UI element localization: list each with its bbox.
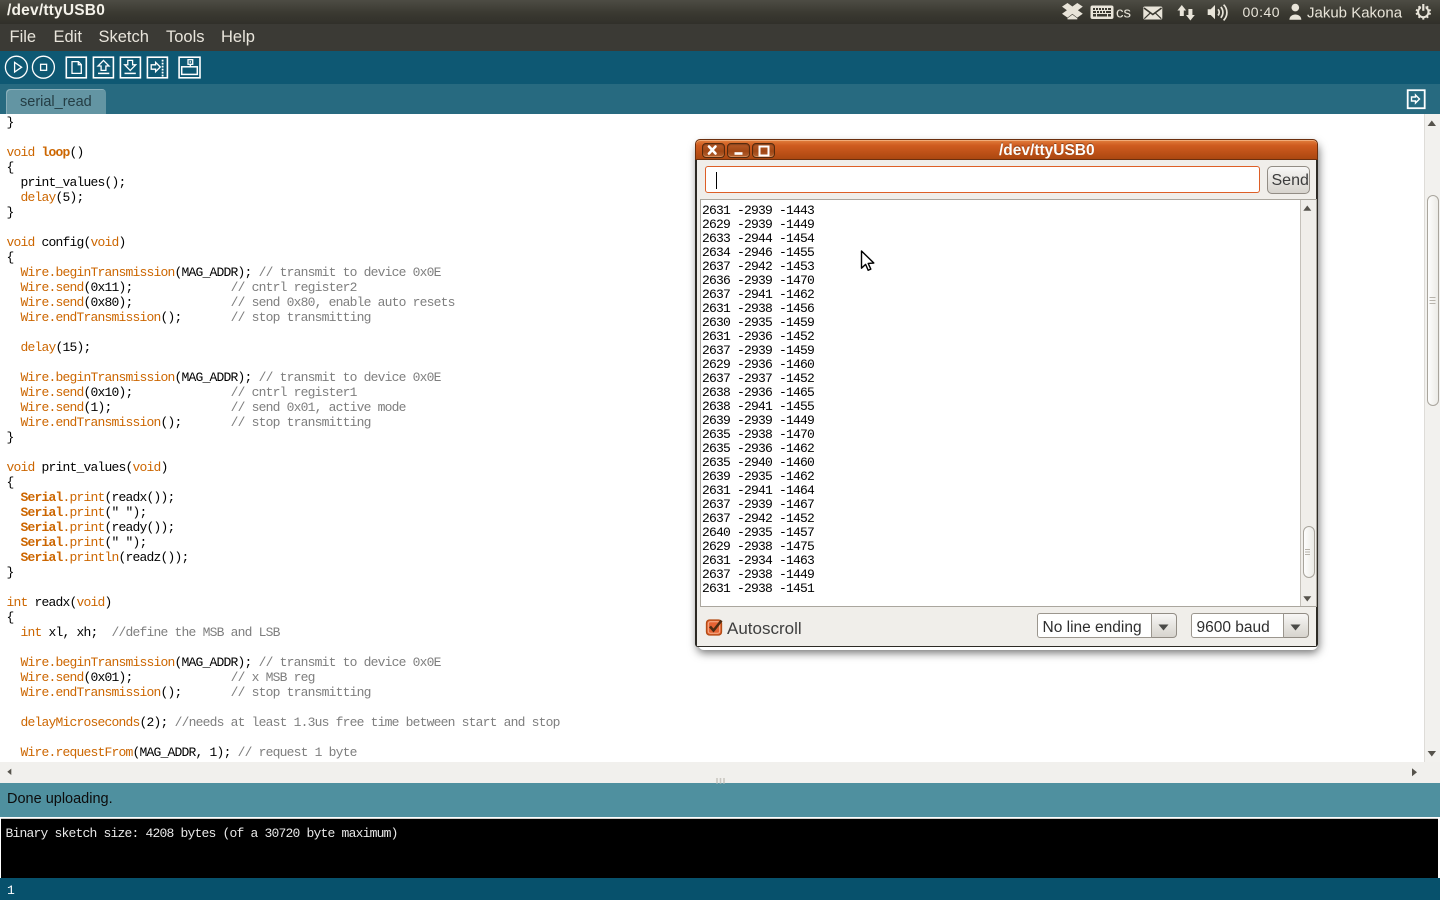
svg-text:00:40: 00:40 [1243,4,1281,20]
svg-text:cs: cs [1116,5,1131,22]
svg-text:Jakub Kakona: Jakub Kakona [1307,5,1403,22]
